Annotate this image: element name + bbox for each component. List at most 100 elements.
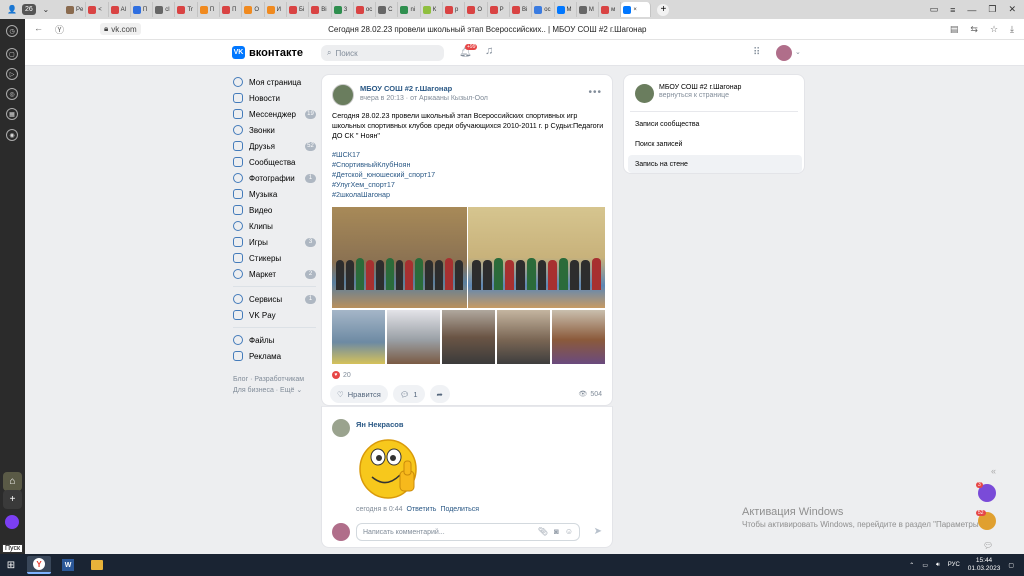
browser-tab-active[interactable]: × [621, 2, 652, 17]
group-widget-header[interactable]: МБОУ СОШ #2 г.Шагонар вернуться к страни… [635, 84, 741, 103]
yandex-icon[interactable]: Ⓨ [55, 23, 64, 36]
profile-icon[interactable]: 👤 [6, 4, 18, 16]
post-time[interactable]: вчера в 20:13 [360, 95, 404, 102]
browser-tab[interactable]: ni [398, 2, 421, 17]
browser-tab[interactable]: Вi [309, 2, 332, 17]
sidebar-item[interactable]: Файлы [230, 332, 316, 348]
comment-input[interactable]: Написать комментарий... 📎︎ ◙ ☺ [356, 523, 580, 541]
vk-logo[interactable]: VK вконтакте [232, 46, 303, 59]
sidebar-item[interactable]: Моя страница [230, 74, 316, 90]
browser-tab[interactable]: < [86, 2, 109, 17]
search-posts-item[interactable]: Поиск записей [628, 135, 802, 153]
close-icon[interactable]: ✕ [1008, 4, 1016, 15]
sidebar-item[interactable]: Стикеры [230, 250, 316, 266]
share-button[interactable]: ➦ [429, 385, 450, 403]
chevron-down-icon[interactable]: ⌄ [795, 48, 801, 56]
hashtag-link[interactable]: #УлугХем_спорт17 [332, 180, 435, 190]
tab-count-badge[interactable]: 26 [22, 4, 36, 15]
new-tab-button[interactable]: + [657, 3, 670, 16]
bookmark-icon[interactable]: ☆ [990, 24, 998, 35]
collapse-icon[interactable]: « [991, 466, 996, 476]
sidebar-item[interactable]: Маркет 2 [230, 266, 316, 282]
photo-4[interactable] [387, 310, 440, 364]
back-icon[interactable]: ← [34, 23, 43, 36]
chat-icon[interactable]: 💬︎ [983, 541, 993, 550]
sidebar-item[interactable]: Сервисы 1 [230, 291, 316, 307]
alice-icon[interactable] [5, 515, 19, 529]
sidebar-item[interactable]: Музыка [230, 186, 316, 202]
send-icon[interactable]: ➤ [594, 526, 602, 537]
browser-tab[interactable]: Tr [175, 2, 198, 17]
network-icon[interactable]: ▭ [922, 562, 928, 569]
browser-tab[interactable]: cl [153, 2, 176, 17]
post-author[interactable]: МБОУ СОШ #2 г.Шагонар [360, 84, 488, 93]
camera-icon[interactable]: ◙ [554, 527, 559, 536]
music-icon[interactable]: ♫ [485, 45, 493, 57]
photo-7[interactable] [552, 310, 605, 364]
clock[interactable]: 15:44 01.03.2023 [968, 557, 1001, 573]
more-icon[interactable]: ••• [588, 87, 602, 98]
hashtag-link[interactable]: #2школаШагонар [332, 190, 435, 200]
volume-icon[interactable]: 🔊︎ [936, 562, 940, 569]
browser-tab[interactable]: О [242, 2, 265, 17]
apps-grid-icon[interactable]: ⠿ [753, 47, 760, 58]
hashtag-link[interactable]: #ШСК17 [332, 150, 435, 160]
menu-icon[interactable]: ≡ [950, 5, 955, 15]
zen-icon[interactable]: ▷ [6, 68, 18, 80]
windows-start-icon[interactable]: ⊞ [0, 560, 22, 571]
commenter-avatar[interactable] [332, 419, 350, 437]
post-from[interactable]: от Аржааны Кызыл-Оол [410, 95, 488, 102]
browser-tab[interactable]: ос [532, 2, 555, 17]
photo-6[interactable] [497, 310, 550, 364]
language-indicator[interactable]: РУС [948, 562, 960, 568]
tab-manager-icon[interactable]: ▭ [930, 4, 939, 15]
sidebar-item[interactable]: Новости [230, 90, 316, 106]
hashtag-link[interactable]: #СпортивныйКлубНоян [332, 160, 435, 170]
yandex-browser-taskbar-icon[interactable]: Y [27, 556, 51, 574]
browser-tab[interactable]: П [131, 2, 154, 17]
comment-time[interactable]: сегодня в 0:44 [356, 506, 403, 513]
download-icon[interactable]: ⤓ [1010, 24, 1014, 35]
chevron-down-icon[interactable]: ⌄ [40, 4, 52, 16]
browser-tab[interactable]: И [265, 2, 287, 17]
word-taskbar-icon[interactable]: W [56, 556, 80, 574]
reader-icon[interactable]: ▤ [950, 24, 959, 35]
browser-tab[interactable]: С [376, 2, 399, 17]
search-input[interactable]: ⌕ Поиск [321, 45, 444, 61]
sidebar-item[interactable]: Игры 3 [230, 234, 316, 250]
settings-icon[interactable]: ◉ [6, 129, 18, 141]
emoji-icon[interactable]: ☺ [565, 527, 573, 536]
back-to-page-link[interactable]: вернуться к странице [659, 92, 741, 99]
likes-summary[interactable]: ♥ 20 [332, 371, 351, 379]
wall-post-item[interactable]: Запись на стене [628, 155, 802, 173]
browser-tab[interactable]: Pe [64, 2, 87, 17]
translate-icon[interactable]: ⇆ [970, 24, 978, 35]
collections-icon[interactable]: ▢ [6, 48, 18, 60]
browser-tab[interactable]: Вi [510, 2, 533, 17]
sidebar-item[interactable]: VK Pay [230, 307, 316, 323]
sidebar-item[interactable]: Мессенджер 19 [230, 106, 316, 122]
browser-tab[interactable]: П [198, 2, 221, 17]
tab-close-icon[interactable]: × [633, 7, 637, 13]
browser-tab[interactable]: м [599, 2, 622, 17]
browser-tab[interactable]: З [332, 2, 354, 17]
photo-3[interactable] [332, 310, 385, 364]
tray-chevron-icon[interactable]: ⌃ [909, 562, 914, 569]
browser-tab[interactable]: ос [354, 2, 377, 17]
sidebar-item[interactable]: Фотографии 1 [230, 170, 316, 186]
footer-links-2[interactable]: Для бизнеса · Ещё ⌄ [233, 385, 316, 396]
sidebar-item[interactable]: Сообщества [230, 154, 316, 170]
maximize-icon[interactable]: ❐ [988, 4, 996, 15]
browser-tab[interactable]: К [421, 2, 444, 17]
comment-button[interactable]: 💬︎ 1 [392, 385, 425, 403]
minimize-icon[interactable]: — [967, 5, 976, 15]
browser-tab[interactable]: П [220, 2, 243, 17]
like-button[interactable]: ♡ Нравится [330, 385, 388, 403]
sidebar-item[interactable]: Реклама [230, 348, 316, 364]
sidebar-item[interactable]: Звонки [230, 122, 316, 138]
photo-1[interactable] [332, 207, 467, 308]
comment-author[interactable]: Ян Некрасов [356, 420, 403, 429]
games-icon[interactable]: ▦ [6, 108, 18, 120]
avatar[interactable] [776, 45, 792, 61]
browser-tab[interactable]: М [577, 2, 600, 17]
